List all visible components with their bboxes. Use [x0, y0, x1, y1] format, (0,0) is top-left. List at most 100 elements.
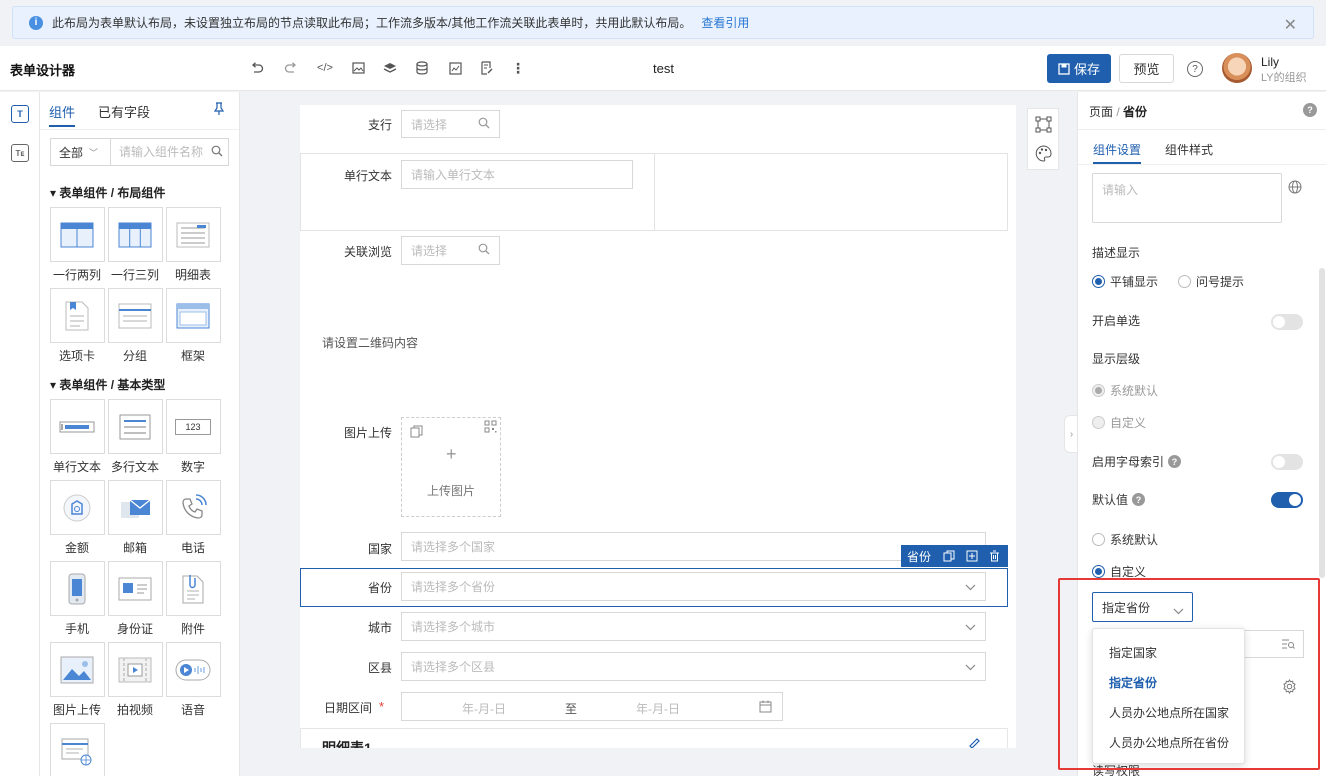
radio-question-tip[interactable]: 问号提示 — [1178, 273, 1244, 290]
layers-icon[interactable] — [381, 59, 399, 77]
province-select[interactable]: 请选择多个省份 — [401, 572, 986, 601]
document-name: test — [653, 61, 674, 76]
default-value-switch[interactable] — [1271, 492, 1303, 508]
single-select-switch[interactable] — [1271, 314, 1303, 330]
undo-icon[interactable] — [248, 59, 266, 77]
country-select[interactable]: 请选择多个国家 — [401, 532, 986, 561]
preview-button[interactable]: 预览 — [1119, 54, 1174, 83]
radio-tiled-display[interactable]: 平铺显示 — [1092, 273, 1158, 290]
palette-icon[interactable] — [1035, 145, 1052, 165]
date-start[interactable]: 年-月-日 — [462, 700, 506, 717]
comp-phone[interactable]: 电话 — [165, 480, 221, 556]
field-toolbar-name: 省份 — [906, 549, 931, 564]
description-textarea[interactable]: 请输入 — [1092, 173, 1282, 223]
letter-index-switch[interactable] — [1271, 454, 1303, 470]
comp-frame[interactable]: 框架 — [165, 288, 221, 364]
comp-attachment[interactable]: 附件 — [165, 561, 221, 637]
single-text-input[interactable]: 请输入单行文本 — [401, 160, 633, 189]
comp-label: 语音 — [180, 703, 205, 717]
branch-placeholder: 请选择 — [411, 117, 448, 132]
upload-image-text: 上传图片 — [427, 484, 476, 498]
radio-dot — [1092, 565, 1105, 578]
form-canvas: 支行 请选择 单行文本 请输入单行文本 关联浏览 请选择 请设置二维码内容 图片… — [300, 105, 1016, 748]
comp-video[interactable]: 拍视频 — [107, 642, 163, 718]
add-icon[interactable] — [960, 550, 983, 562]
collapse-right-panel-icon[interactable]: › — [1064, 415, 1078, 453]
branch-select[interactable]: 请选择 — [401, 110, 500, 138]
related-browse-select[interactable]: 请选择 — [401, 236, 500, 265]
filter-select[interactable]: 全部 ﹀ — [50, 138, 110, 166]
more-icon[interactable]: ⋮ — [509, 59, 527, 77]
radio-level-default[interactable]: 系统默认 — [1092, 382, 1158, 399]
form-edit-icon[interactable] — [477, 59, 495, 77]
comp-three-columns[interactable]: 一行三列 — [107, 207, 163, 283]
help-icon[interactable]: ? — [1187, 61, 1203, 77]
pin-icon[interactable] — [213, 102, 225, 119]
radio-default-system[interactable]: 系统默认 — [1092, 531, 1158, 548]
save-button[interactable]: 保存 — [1047, 54, 1111, 83]
edit-icon[interactable] — [967, 737, 980, 748]
comp-voice[interactable]: 语音 — [165, 642, 221, 718]
database-icon[interactable] — [413, 59, 431, 77]
close-icon[interactable]: ✕ — [1284, 15, 1297, 35]
chevron-down-icon — [965, 620, 976, 634]
tab-component-settings[interactable]: 组件设置 — [1093, 141, 1141, 158]
comp-detail-table[interactable]: 明细表 — [165, 207, 221, 283]
breadcrumb-separator: / — [1116, 105, 1120, 119]
comp-number[interactable]: 123 数字 — [165, 399, 221, 475]
redo-icon[interactable] — [282, 59, 300, 77]
view-references-link[interactable]: 查看引用 — [701, 14, 749, 31]
comp-label: 图片上传 — [52, 703, 101, 717]
comp-amount[interactable]: 金额 — [49, 480, 105, 556]
copy-icon[interactable] — [937, 550, 960, 562]
tab-component-style[interactable]: 组件样式 — [1165, 141, 1213, 158]
tab-existing-fields[interactable]: 已有字段 — [98, 102, 150, 121]
image-icon[interactable] — [349, 59, 367, 77]
save-label: 保存 — [1073, 62, 1100, 77]
detail-table-frame[interactable] — [300, 728, 1008, 748]
tab-components[interactable]: 组件 — [49, 102, 75, 121]
breadcrumb-page[interactable]: 页面 — [1089, 105, 1113, 119]
qr-content-hint[interactable]: 请设置二维码内容 — [322, 334, 418, 351]
comp-single-line-text[interactable]: 单行文本 — [49, 399, 105, 475]
canvas-tools — [1027, 108, 1059, 170]
district-select[interactable]: 请选择多个区县 — [401, 652, 986, 681]
radio-dot — [1092, 533, 1105, 546]
scrollbar[interactable] — [1319, 268, 1325, 578]
comp-id-card[interactable]: 身份证 — [107, 561, 163, 637]
date-end[interactable]: 年-月-日 — [636, 700, 680, 717]
comp-two-columns[interactable]: 一行两列 — [49, 207, 105, 283]
city-select[interactable]: 请选择多个城市 — [401, 612, 986, 641]
radio-dot — [1178, 275, 1191, 288]
node-edit-icon[interactable] — [1035, 116, 1052, 136]
chart-icon[interactable] — [446, 59, 464, 77]
section-layout-title: ▾ 表单组件 / 布局组件 — [50, 186, 166, 200]
comp-label: 一行三列 — [110, 268, 159, 282]
globe-icon[interactable] — [1288, 180, 1302, 197]
text-tab-icon[interactable]: Tᴇ — [11, 144, 29, 162]
delete-icon[interactable] — [983, 550, 1006, 562]
avatar[interactable] — [1222, 53, 1252, 83]
help-icon[interactable]: ? — [1168, 455, 1182, 468]
comp-email[interactable]: 邮箱 — [107, 480, 163, 556]
comp-website[interactable] — [49, 723, 105, 776]
layout-cell-right[interactable] — [654, 153, 1008, 231]
divider — [1078, 129, 1326, 130]
comp-mobile[interactable]: 手机 — [49, 561, 105, 637]
comp-group[interactable]: 分组 — [107, 288, 163, 364]
comp-tabs[interactable]: 选项卡 — [49, 288, 105, 364]
code-icon[interactable]: </> — [316, 59, 334, 77]
section-basic-title: ▾ 表单组件 / 基本类型 — [50, 378, 166, 392]
image-upload-dropzone[interactable]: + 上传图片 — [401, 417, 501, 517]
component-search-input[interactable] — [119, 145, 207, 159]
comp-image-upload[interactable]: 图片上传 — [49, 642, 105, 718]
component-search[interactable] — [110, 138, 229, 166]
help-icon[interactable]: ? — [1132, 493, 1146, 506]
radio-level-custom[interactable]: 自定义 — [1092, 414, 1146, 431]
comp-label: 分组 — [122, 349, 147, 363]
components-tab-icon[interactable]: T — [11, 105, 29, 123]
date-range-picker[interactable]: 年-月-日 至 年-月-日 — [401, 692, 783, 721]
help-icon[interactable]: ? — [1303, 103, 1317, 117]
date-range-label: 日期区间 — [323, 701, 372, 715]
comp-multi-line-text[interactable]: 多行文本 — [107, 399, 163, 475]
